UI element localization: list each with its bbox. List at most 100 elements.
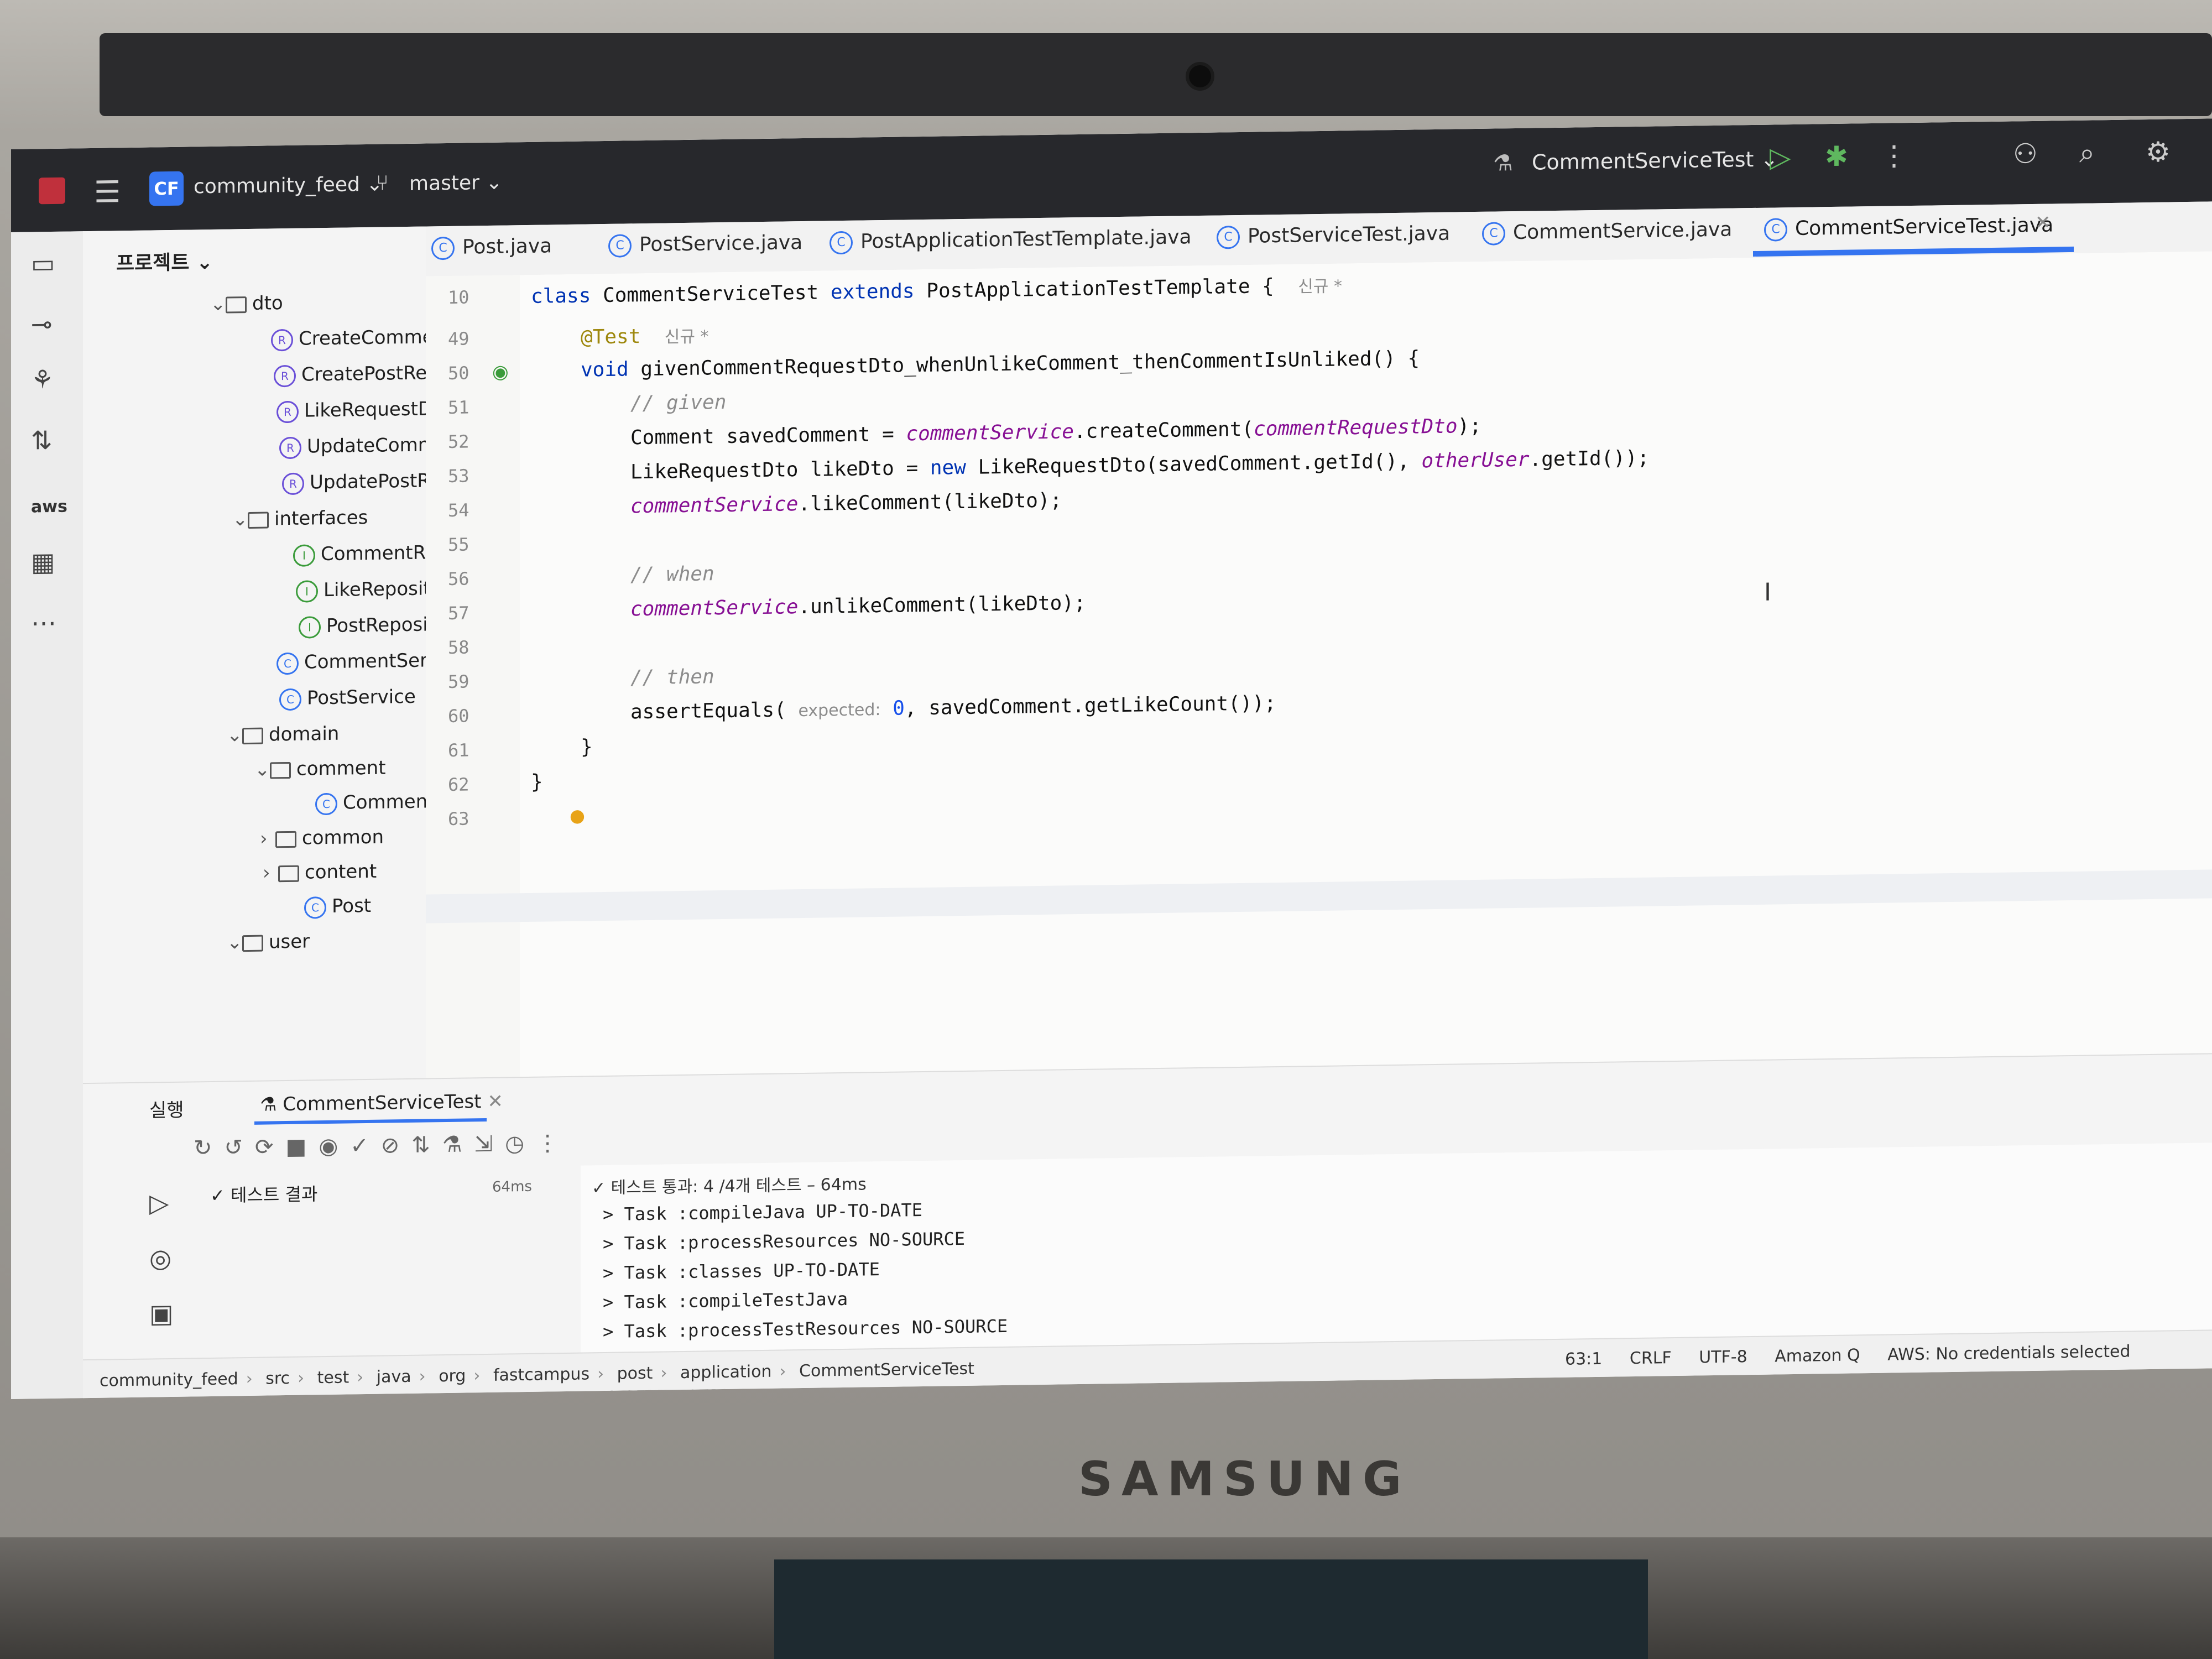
check-icon[interactable]: ✓ [350,1133,381,1159]
project-folder-icon[interactable]: ▭ [31,248,55,279]
amazon-q-widget[interactable]: Amazon Q [1775,1345,1860,1366]
tree-folder-domain[interactable]: ⌄ domain [227,723,339,747]
breadcrumb-item[interactable]: test [317,1368,349,1387]
tree-file[interactable]: C PostService [279,686,416,711]
field-ref: commentService [906,420,1074,446]
tab-postservicetest-java[interactable]: C PostServiceTest.java [1217,222,1450,249]
run-tab[interactable]: ⚗ CommentServiceTest ✕ [260,1091,503,1116]
settings-gear-icon[interactable]: ⚙ [2146,135,2171,168]
chevron-right-icon[interactable]: › [263,862,278,884]
tree-file[interactable]: R CreatePostReq [274,362,439,387]
tree-file[interactable]: R LikeRequestDt [276,398,440,423]
close-icon[interactable]: ✕ [487,1091,503,1113]
line-number: 62 [448,774,469,795]
breadcrumb-item[interactable]: community_feed [100,1369,238,1391]
rerun-icon[interactable]: ↻ [194,1135,225,1161]
tab-postservice-java[interactable]: C PostService.java [608,231,802,258]
stop-icon[interactable]: ■ [286,1134,319,1160]
class-icon: C [276,652,299,675]
debug-icon[interactable]: ✱ [1825,140,1848,173]
tree-folder-content[interactable]: › content [263,860,377,884]
collapse-icon[interactable]: ⇲ [474,1131,505,1157]
commit-icon[interactable]: ⊸ [31,309,53,340]
code-line-59: // then [630,665,714,690]
tab-post-java[interactable]: C Post.java [431,234,552,260]
project-selector[interactable]: community_feed ⌄ [194,173,383,199]
code-text: .likeComment(likeDto); [798,489,1062,516]
file-encoding[interactable]: UTF-8 [1699,1347,1747,1367]
project-view-selector[interactable]: 프로젝트 ⌄ [116,246,213,276]
breadcrumb-item[interactable]: src [265,1369,290,1389]
tree-folder-user[interactable]: ⌄ user [227,930,310,953]
search-icon[interactable]: ⌕ [2079,137,2095,169]
terminal-icon[interactable]: ▣ [149,1298,173,1329]
tree-folder-dto[interactable]: ⌄ dto [210,292,283,315]
tree-file[interactable]: C Comment [315,790,435,815]
breadcrumb-item[interactable]: post [617,1364,653,1384]
tab-commentservice-java[interactable]: C CommentService.java [1482,218,1732,246]
aws-credentials-widget[interactable]: AWS: No credentials selected [1887,1342,2130,1364]
close-tab-icon[interactable]: ✕ [2035,211,2051,233]
tree-file[interactable]: C Post [304,895,371,919]
show-ignored-icon[interactable]: ⊘ [381,1133,412,1159]
breadcrumb-item[interactable]: application [680,1362,771,1383]
breadcrumb-item[interactable]: org [439,1366,466,1386]
tab-commentservicetest-java[interactable]: C CommentServiceTest.java [1764,213,2053,242]
line-separator[interactable]: CRLF [1630,1348,1672,1368]
tab-postapplicationtesttemplate-java[interactable]: C PostApplicationTestTemplate.java [830,226,1192,255]
project-badge[interactable]: CF [149,171,184,206]
code-editor[interactable]: 10 49 50 51 52 53 54 55 56 57 58 59 60 6… [426,251,2212,1078]
structure-icon[interactable]: ▦ [31,547,55,577]
plugins-icon[interactable]: ⚘ [31,364,54,395]
node-label: CreateCommer [299,326,442,350]
chevron-right-icon[interactable]: › [260,827,275,850]
intention-bulb-icon[interactable]: ● [570,805,585,826]
main-menu-icon[interactable]: ☰ [94,174,121,210]
code-line-50: void givenCommentRequestDto_whenUnlikeCo… [581,347,1420,381]
node-label: content [305,860,377,884]
method-signature: givenCommentRequestDto_whenUnlikeComment… [640,347,1420,381]
more-icon[interactable]: ⋮ [536,1130,571,1156]
app-logo-icon[interactable] [39,177,65,205]
toggle-auto-test-icon[interactable]: ⟳ [255,1134,286,1160]
run-icon[interactable]: ▷ [149,1188,169,1218]
rerun-failed-icon[interactable]: ↺ [225,1135,255,1161]
ide-window: ☰ CF community_feed ⌄ ⑂ master ⌄ ⚗ Comme… [11,118,2212,1400]
services-icon[interactable]: ◎ [149,1243,171,1274]
sort-icon[interactable]: ⇅ [411,1132,442,1158]
chevron-down-icon[interactable]: ⌄ [232,508,248,530]
chevron-down-icon[interactable]: ⌄ [254,758,270,780]
test-results-root[interactable]: ✓ 테스트 결과 [210,1180,317,1207]
import-tests-icon[interactable]: ⚗ [442,1131,474,1157]
chevron-right-icon: › [357,1368,364,1387]
more-tools-icon[interactable]: ⋯ [31,608,56,638]
breadcrumb-item[interactable]: CommentServiceTest [799,1359,974,1381]
chevron-down-icon[interactable]: ⌄ [227,931,243,953]
tree-file[interactable]: R UpdateComme [279,434,448,459]
run-test-gutter-icon[interactable]: ◉ [492,361,509,383]
node-label: domain [269,722,340,746]
tree-folder-common[interactable]: › common [260,826,384,850]
run-config-selector[interactable]: CommentServiceTest ⌄ [1532,147,1778,174]
chevron-down-icon[interactable]: ⌄ [227,724,243,746]
caret-position[interactable]: 63:1 [1565,1349,1602,1369]
chevron-down-icon[interactable]: ⌄ [210,293,226,315]
tree-folder-interfaces[interactable]: ⌄ interfaces [232,507,368,530]
branch-selector[interactable]: master ⌄ [409,171,503,195]
test-console[interactable]: ✓ 테스트 통과: 4 /4개 테스트 – 64ms > Task :compi… [581,1142,2212,1399]
tree-file[interactable]: R CreateCommer [271,326,442,351]
aws-toolkit-icon[interactable]: aws [31,497,67,517]
line-number: 51 [448,397,469,418]
run-button[interactable]: ▷ [1770,141,1791,174]
show-passed-icon[interactable]: ◉ [319,1133,350,1159]
history-icon[interactable]: ◷ [505,1131,536,1157]
interface-icon: I [293,544,315,567]
node-label: PostService [307,685,416,709]
add-user-icon[interactable]: ⚇ [2013,138,2038,170]
pull-requests-icon[interactable]: ⇅ [31,425,53,456]
class-icon: C [315,792,337,815]
more-actions-icon[interactable]: ⋮ [1880,139,1908,172]
breadcrumb-item[interactable]: java [377,1367,411,1387]
breadcrumb-item[interactable]: fastcampus [493,1364,589,1385]
tree-folder-comment[interactable]: ⌄ comment [254,757,386,781]
